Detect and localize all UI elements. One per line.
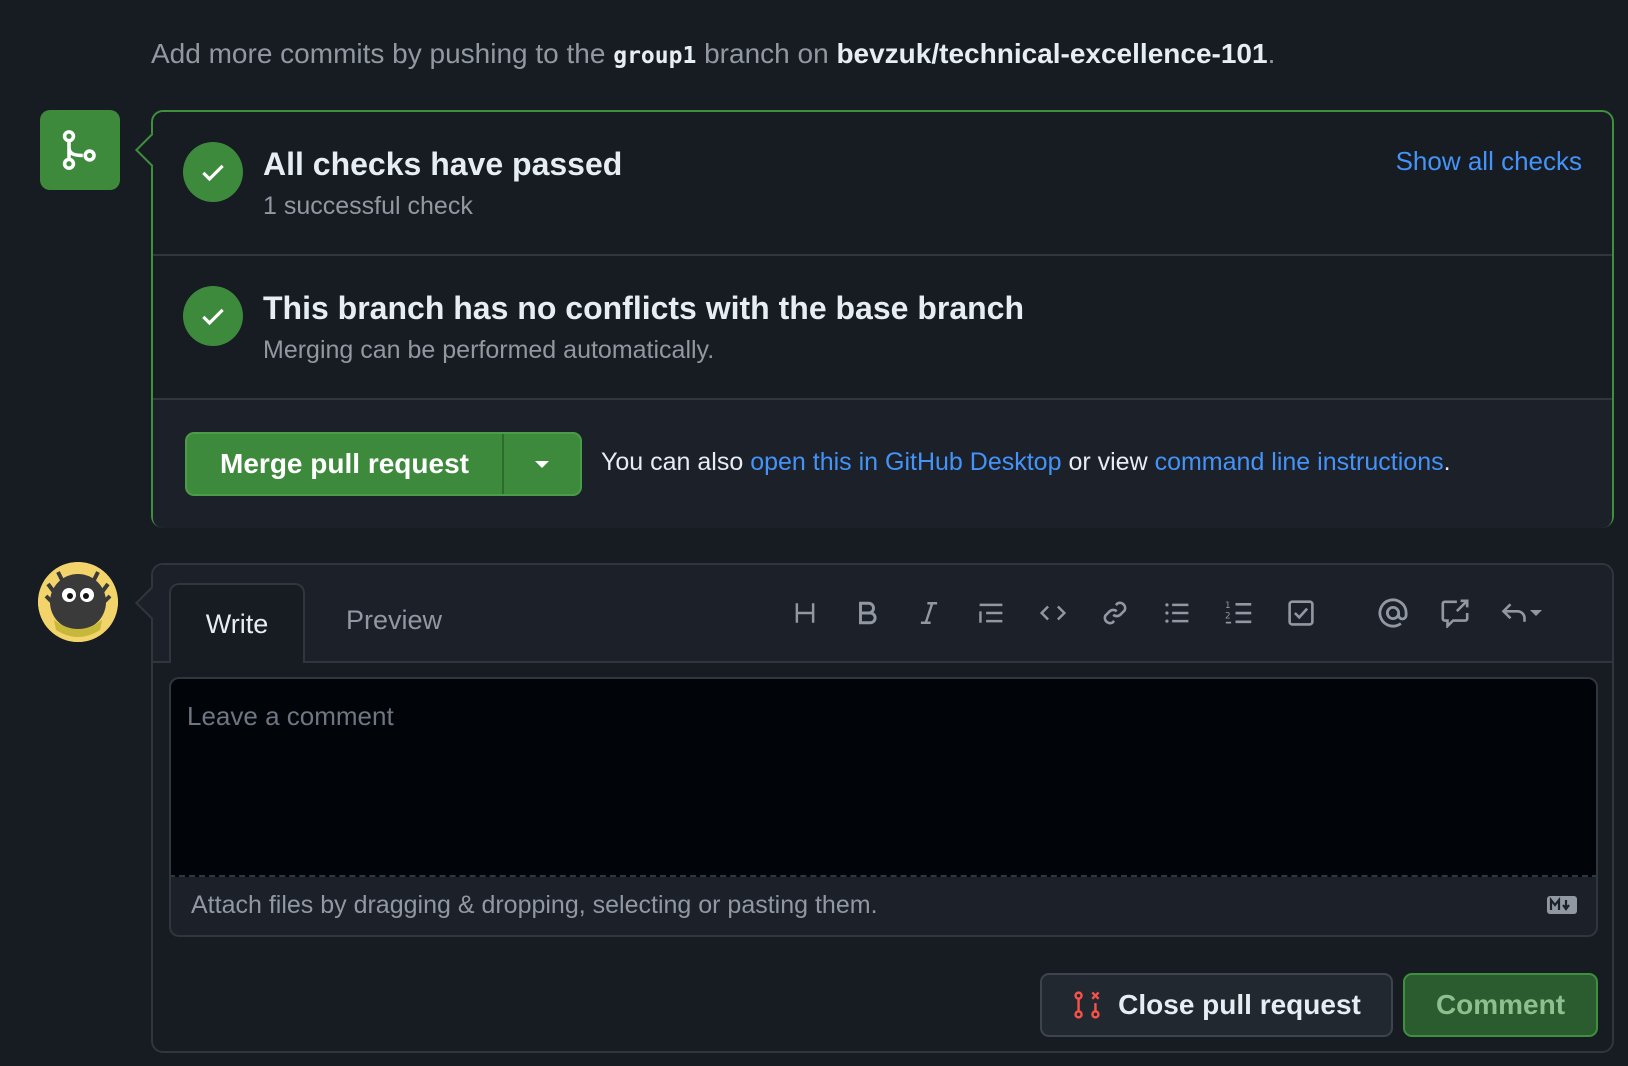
merge-pull-request-button[interactable]: Merge pull request [187, 434, 504, 494]
branch-name: group1 [613, 43, 697, 69]
task-list-icon[interactable] [1281, 593, 1321, 633]
checks-subtitle: 1 successful check [263, 192, 473, 220]
merge-options-dropdown[interactable] [504, 434, 580, 494]
attach-files-text: Attach files by dragging & dropping, sel… [191, 891, 878, 919]
comment-form: Write Preview 12 Leave a comment Attach … [151, 563, 1614, 1053]
repo-name: bevzuk/technical-excellence-101 [836, 38, 1268, 69]
checks-title: All checks have passed [263, 146, 623, 182]
mention-icon[interactable] [1373, 593, 1413, 633]
markdown-icon [1547, 896, 1577, 914]
also-middle: or view [1068, 448, 1148, 476]
show-all-checks-link[interactable]: Show all checks [1396, 146, 1582, 177]
quote-icon[interactable] [971, 593, 1011, 633]
avatar [38, 562, 118, 642]
caret-down-icon [1530, 610, 1542, 616]
italic-icon[interactable] [909, 593, 949, 633]
svg-text:1: 1 [1225, 601, 1231, 611]
also-prefix: You can also [601, 448, 744, 476]
link-icon[interactable] [1095, 593, 1135, 633]
merge-status-panel: All checks have passed 1 successful chec… [151, 110, 1614, 528]
git-pull-request-closed-icon [1074, 991, 1100, 1019]
code-icon[interactable] [1033, 593, 1073, 633]
push-hint-prefix: Add more commits by pushing to the [151, 38, 606, 69]
git-merge-icon [40, 110, 120, 190]
reply-icon[interactable] [1489, 593, 1553, 633]
bold-icon[interactable] [847, 593, 887, 633]
merge-button-group: Merge pull request [185, 432, 582, 496]
check-icon [183, 142, 243, 202]
heading-icon[interactable] [785, 593, 825, 633]
push-hint: Add more commits by pushing to the group… [151, 38, 1275, 70]
svg-text:2: 2 [1225, 611, 1231, 621]
reference-icon[interactable] [1435, 593, 1475, 633]
unordered-list-icon[interactable] [1157, 593, 1197, 633]
tab-write[interactable]: Write [169, 583, 305, 663]
push-hint-middle: branch on [704, 38, 829, 69]
ordered-list-icon[interactable]: 12 [1219, 593, 1259, 633]
caret-down-icon [535, 461, 549, 468]
checks-section: All checks have passed 1 successful chec… [153, 112, 1612, 256]
alternative-options-text: You can also open this in GitHub Desktop… [601, 448, 1451, 477]
close-pull-request-button[interactable]: Close pull request [1040, 973, 1393, 1037]
comment-toolbar: Write Preview 12 [153, 565, 1612, 663]
tab-preview[interactable]: Preview [346, 605, 442, 636]
comment-textarea[interactable] [169, 677, 1598, 877]
comment-button[interactable]: Comment [1403, 973, 1598, 1037]
conflicts-section: This branch has no conflicts with the ba… [153, 256, 1612, 400]
merge-actions-section: Merge pull request You can also open thi… [153, 400, 1612, 528]
command-line-link[interactable]: command line instructions [1155, 448, 1444, 476]
github-desktop-link[interactable]: open this in GitHub Desktop [750, 448, 1061, 476]
check-icon [183, 286, 243, 346]
push-hint-suffix: . [1267, 38, 1276, 69]
conflicts-subtitle: Merging can be performed automatically. [263, 336, 715, 364]
conflicts-title: This branch has no conflicts with the ba… [263, 290, 1025, 326]
also-suffix: . [1443, 448, 1451, 476]
attach-files-area[interactable]: Attach files by dragging & dropping, sel… [169, 877, 1598, 937]
close-pull-request-label: Close pull request [1118, 989, 1361, 1020]
